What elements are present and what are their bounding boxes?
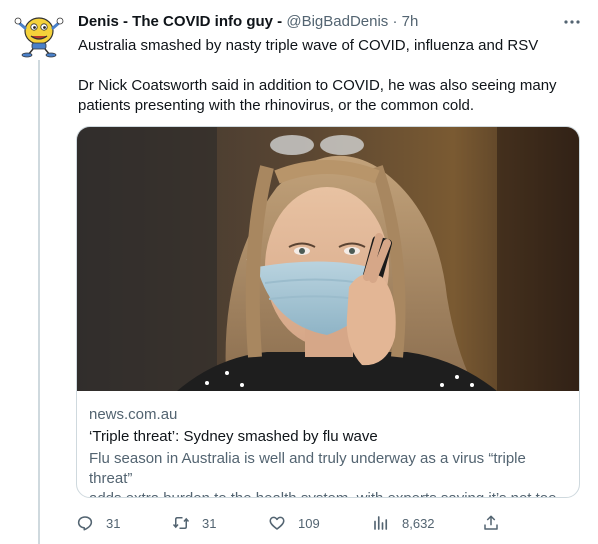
views-chart-icon bbox=[374, 516, 388, 530]
views-button[interactable]: 8,632 bbox=[372, 512, 435, 534]
reply-button[interactable]: 31 bbox=[76, 512, 120, 534]
heart-icon bbox=[269, 516, 285, 530]
tweet-time[interactable]: 7h bbox=[402, 13, 419, 30]
tweet-text-paragraph2: Dr Nick Coatsworth said in addition to C… bbox=[78, 77, 557, 114]
reply-count: 31 bbox=[106, 515, 121, 531]
card-image[interactable] bbox=[77, 127, 579, 391]
author-name[interactable]: Denis - The COVID info guy - bbox=[78, 13, 282, 30]
avatar[interactable] bbox=[14, 12, 64, 58]
share-button[interactable] bbox=[482, 512, 500, 534]
tweet-text: Australia smashed by nasty triple wave o… bbox=[78, 36, 578, 116]
tweet-text-line1: Australia smashed by nasty triple wave o… bbox=[78, 37, 539, 54]
retweet-button[interactable]: 31 bbox=[172, 512, 216, 534]
card-description-line1: Flu season in Australia is well and trul… bbox=[89, 450, 526, 487]
tweet-header: Denis - The COVID info guy - @BigBadDeni… bbox=[78, 12, 584, 34]
tweet-actions: 31 31 109 8,632 bbox=[76, 512, 506, 534]
separator-dot: · bbox=[392, 13, 398, 30]
share-icon bbox=[484, 515, 498, 530]
like-count: 109 bbox=[298, 515, 320, 531]
retweet-icon bbox=[172, 517, 190, 529]
card-meta: news.com.au ‘Triple threat’: Sydney smas… bbox=[89, 405, 567, 497]
author-handle[interactable]: @BigBadDenis bbox=[286, 13, 388, 30]
reply-icon bbox=[77, 516, 93, 531]
card-title[interactable]: ‘Triple threat’: Sydney smashed by flu w… bbox=[89, 427, 567, 447]
card-description-line2: adds extra burden to the health system, … bbox=[89, 489, 567, 497]
thread-line bbox=[38, 60, 40, 544]
card-domain: news.com.au bbox=[89, 406, 178, 423]
like-button[interactable]: 109 bbox=[268, 512, 320, 534]
link-card[interactable]: news.com.au ‘Triple threat’: Sydney smas… bbox=[76, 126, 580, 498]
views-count: 8,632 bbox=[402, 515, 435, 531]
more-horizontal-icon[interactable] bbox=[562, 12, 582, 32]
retweet-count: 31 bbox=[202, 515, 217, 531]
